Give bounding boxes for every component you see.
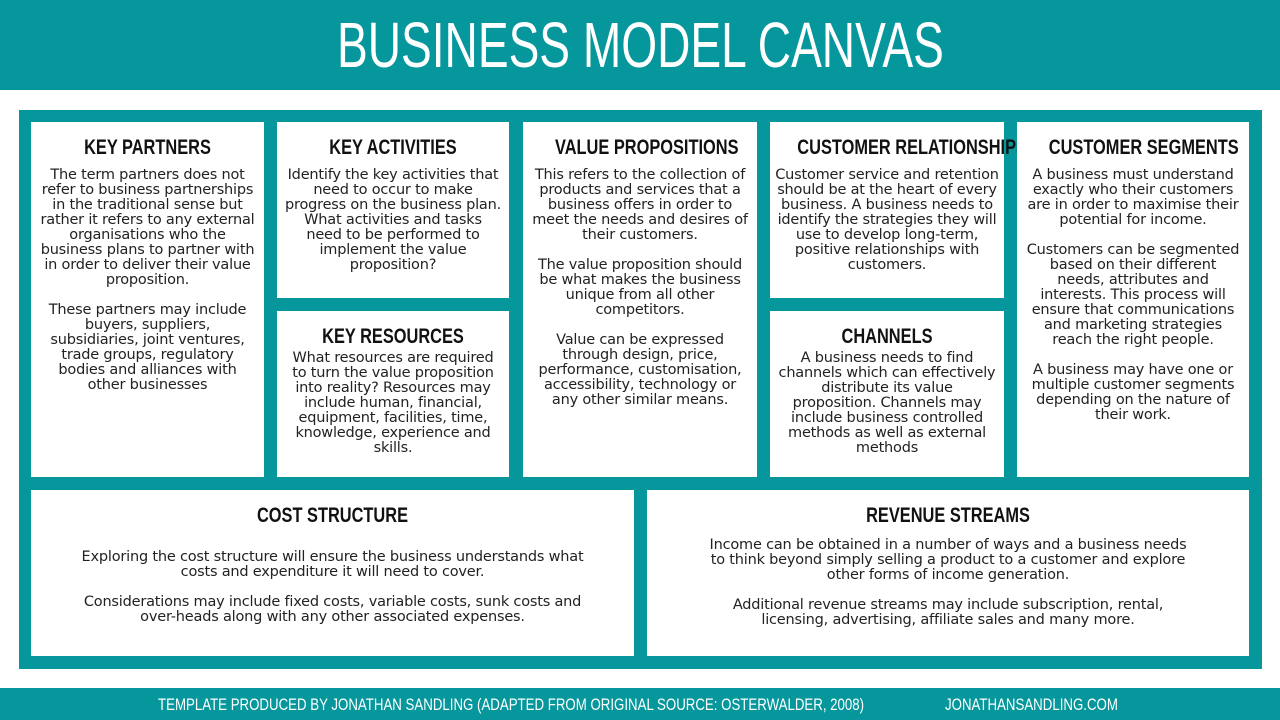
block-text: Exploring the cost structure will ensure… (81, 549, 584, 580)
block-key-activities: KEY ACTIVITIES Identify the key activiti… (277, 122, 509, 298)
block-heading: REVENUE STREAMS (866, 504, 1030, 527)
block-text: Value can be expressed through design, p… (538, 332, 742, 408)
block-text: Considerations may include fixed costs, … (83, 594, 582, 625)
footer-credit: TEMPLATE PRODUCED BY JONATHAN SANDLING (… (158, 695, 865, 714)
block-heading: VALUE PROPOSITIONS (554, 136, 739, 159)
block-heading: KEY PARTNERS (84, 136, 211, 159)
block-text: The term partners does not refer to busi… (40, 167, 255, 288)
block-channels: CHANNELS A business needs to find channe… (770, 311, 1004, 477)
block-text: Customer service and retention should be… (775, 167, 999, 273)
block-text: Income can be obtained in a number of wa… (709, 537, 1187, 583)
block-revenue-streams: REVENUE STREAMS Income can be obtained i… (647, 490, 1249, 656)
block-heading: KEY RESOURCES (322, 325, 464, 348)
block-customer-segments: CUSTOMER SEGMENTS A business must unders… (1017, 122, 1249, 477)
block-text: A business must understand exactly who t… (1027, 167, 1239, 228)
block-value-propositions: VALUE PROPOSITIONS This refers to the co… (523, 122, 757, 477)
header-banner: BUSINESS MODEL CANVAS (0, 0, 1280, 90)
block-heading: CHANNELS (841, 325, 933, 348)
block-heading: CUSTOMER RELATIONSHIPS (797, 136, 1027, 159)
block-heading: COST STRUCTURE (256, 504, 409, 527)
block-text: Identify the key activities that need to… (285, 167, 502, 273)
block-key-resources: KEY RESOURCES What resources are require… (277, 311, 509, 477)
block-text: Customers can be segmented based on thei… (1026, 242, 1240, 348)
page-title: BUSINESS MODEL CANVAS (336, 9, 944, 81)
block-text: Additional revenue streams may include s… (732, 597, 1164, 628)
block-heading: CUSTOMER SEGMENTS (1048, 136, 1239, 159)
block-text: A business may have one or multiple cust… (1031, 362, 1235, 423)
footer-bar: TEMPLATE PRODUCED BY JONATHAN SANDLING (… (0, 688, 1280, 720)
block-text: What resources are required to turn the … (292, 350, 494, 456)
block-text: This refers to the collection of product… (532, 167, 748, 243)
block-text: These partners may include buyers, suppl… (48, 302, 247, 393)
block-key-partners: KEY PARTNERS The term partners does not … (31, 122, 264, 477)
footer-website-link[interactable]: JONATHANSANDLING.COM (945, 695, 1118, 715)
block-heading: KEY ACTIVITIES (329, 136, 457, 159)
block-customer-relationships: CUSTOMER RELATIONSHIPS Customer service … (770, 122, 1027, 298)
block-text: A business needs to find channels which … (778, 350, 996, 456)
block-text: The value proposition should be what mak… (538, 257, 742, 318)
block-cost-structure: COST STRUCTURE Exploring the cost struct… (31, 490, 634, 656)
